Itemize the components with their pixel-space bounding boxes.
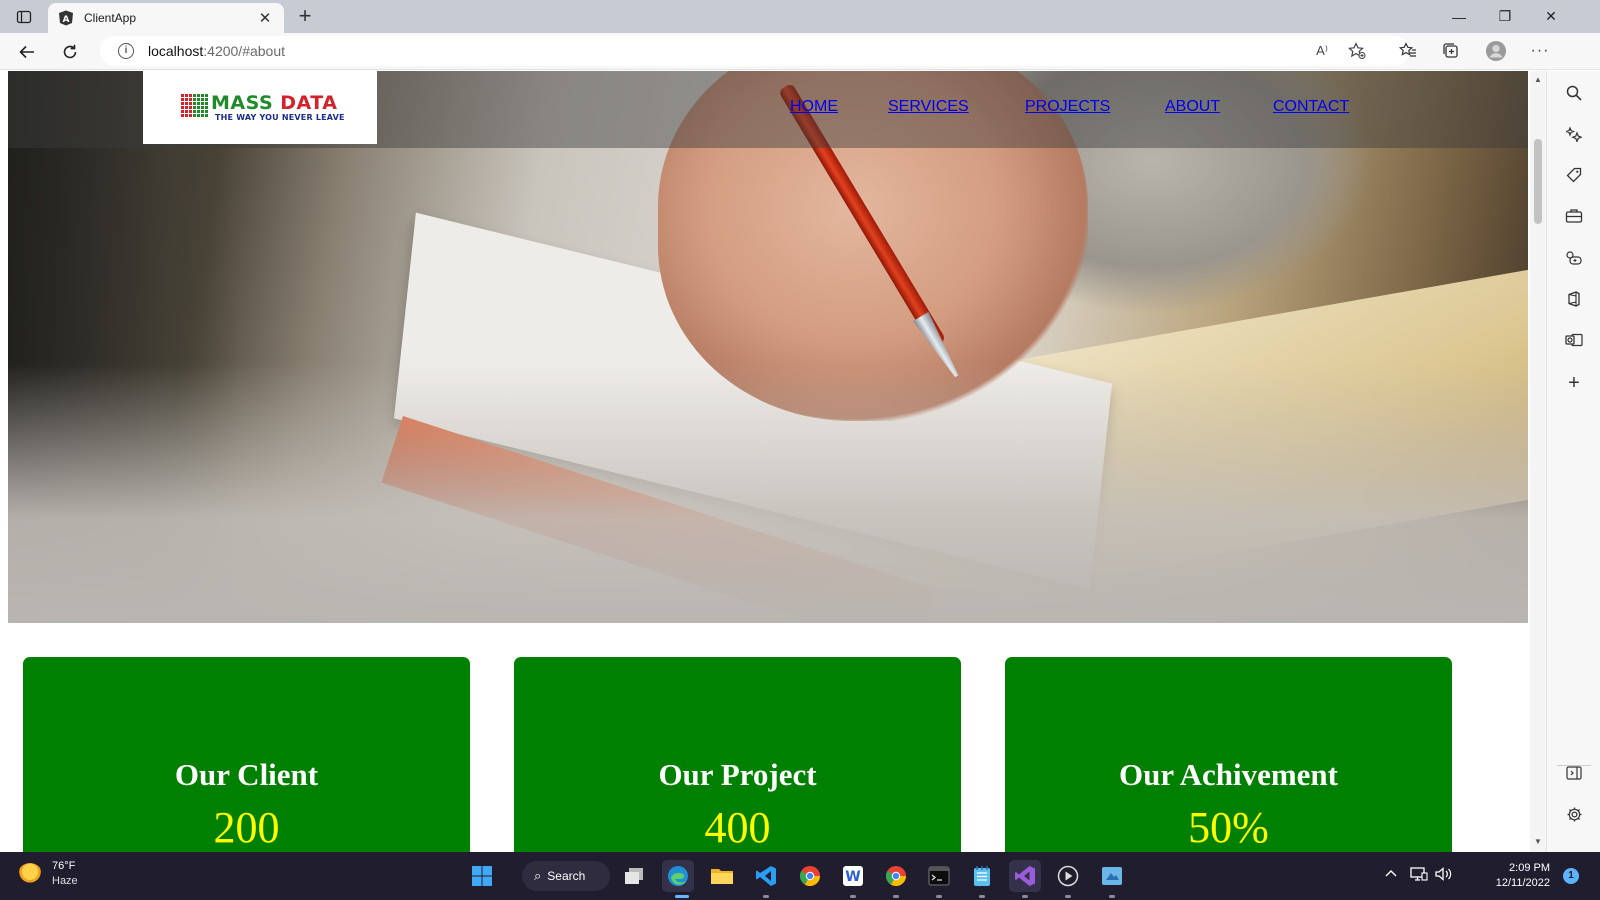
browser-tab[interactable]: A ClientApp ✕ <box>48 3 284 33</box>
windows-taskbar: 76°F Haze ⌕ Search W 2:09 PM 12/11/2022 … <box>0 852 1600 900</box>
office-icon[interactable] <box>1561 287 1587 311</box>
scroll-up-arrow-icon[interactable]: ▲ <box>1530 73 1546 87</box>
edge-active-indicator <box>675 895 689 898</box>
tab-close-icon[interactable]: ✕ <box>256 9 274 27</box>
notepad-indicator <box>979 895 985 898</box>
logo-name: MASS DATA <box>211 92 338 114</box>
chrome-icon[interactable] <box>794 860 826 892</box>
nav-home[interactable]: HOME <box>790 98 838 116</box>
chrome-icon-2[interactable] <box>880 860 912 892</box>
logo-grid-icon <box>181 93 209 117</box>
favorites-icon[interactable] <box>1396 39 1420 63</box>
nav-contact[interactable]: CONTACT <box>1273 98 1349 116</box>
close-window-button[interactable]: ✕ <box>1528 0 1574 33</box>
weather-widget[interactable]: 76°F Haze <box>18 859 78 889</box>
taskbar-search-label: Search <box>547 869 586 883</box>
url-path: :4200/#about <box>203 43 286 59</box>
nav-projects[interactable]: PROJECTS <box>1025 98 1110 116</box>
url-host: localhost <box>148 43 204 59</box>
tab-title: ClientApp <box>84 11 137 25</box>
clock-time: 2:09 PM <box>1509 862 1550 874</box>
edge-browser-icon[interactable] <box>662 860 694 892</box>
stat-value: 200 <box>213 803 280 852</box>
weather-temp: 76°F <box>52 860 76 872</box>
add-sidebar-app-icon[interactable]: + <box>1561 371 1587 395</box>
discover-icon[interactable] <box>1561 122 1587 146</box>
more-menu-icon[interactable]: ··· <box>1528 39 1552 63</box>
add-favorite-icon[interactable] <box>1345 39 1369 63</box>
word-like-app-icon[interactable]: W <box>837 860 869 892</box>
hero-image <box>8 71 1528 623</box>
shopping-tag-icon[interactable] <box>1561 163 1587 187</box>
stats-section: Our Client 200 Our Project 400 Our Achiv… <box>0 657 1530 852</box>
stat-value: 400 <box>704 803 771 852</box>
address-bar[interactable]: i localhost:4200/#about <box>100 36 1410 66</box>
clock-date: 12/11/2022 <box>1495 877 1550 889</box>
taskbar-clock[interactable]: 2:09 PM 12/11/2022 <box>1478 861 1550 891</box>
stat-value: 50% <box>1188 803 1269 852</box>
sidebar-settings-gear-icon[interactable] <box>1561 802 1587 826</box>
browser-toolbar: i localhost:4200/#about A⁾ ··· <box>0 33 1600 70</box>
stat-card-projects: Our Project 400 <box>514 657 961 852</box>
snipping-tool-icon[interactable] <box>1096 860 1128 892</box>
browser-titlebar: A ClientApp ✕ + — ❐ ✕ <box>0 0 1600 33</box>
tools-briefcase-icon[interactable] <box>1561 204 1587 228</box>
search-magnifier-icon: ⌕ <box>534 868 542 883</box>
stat-card-clients: Our Client 200 <box>23 657 470 852</box>
task-view-icon[interactable] <box>618 860 650 892</box>
chrome-indicator <box>893 895 899 898</box>
terminal-icon[interactable] <box>923 860 955 892</box>
refresh-icon[interactable] <box>55 38 85 66</box>
games-icon[interactable] <box>1561 246 1587 270</box>
stat-title: Our Client <box>174 757 319 792</box>
profile-avatar-icon[interactable] <box>1484 39 1508 63</box>
logo-tagline: THE WAY YOU NEVER LEAVE <box>215 113 345 122</box>
visual-studio-indicator <box>1022 895 1028 898</box>
new-tab-button[interactable]: + <box>292 5 318 29</box>
site-info-icon[interactable]: i <box>118 43 134 59</box>
angular-favicon-icon: A <box>58 10 74 26</box>
hide-sidebar-icon[interactable] <box>1561 761 1587 785</box>
outlook-icon[interactable] <box>1561 328 1587 352</box>
site-header: MASS DATA THE WAY YOU NEVER LEAVE HOME S… <box>8 71 1528 148</box>
visual-studio-icon[interactable] <box>1009 860 1041 892</box>
word-indicator <box>850 895 856 898</box>
media-player-icon[interactable] <box>1052 860 1084 892</box>
haze-weather-icon <box>18 863 42 885</box>
minimize-button[interactable]: — <box>1436 0 1482 33</box>
scroll-down-arrow-icon[interactable]: ▼ <box>1530 835 1546 849</box>
start-windows-icon[interactable] <box>466 860 498 892</box>
stat-title: Our Project <box>658 757 817 792</box>
page-viewport: MASS DATA THE WAY YOU NEVER LEAVE HOME S… <box>0 71 1530 852</box>
terminal-indicator <box>936 895 942 898</box>
svg-text:A: A <box>63 15 70 25</box>
file-explorer-icon[interactable] <box>706 860 738 892</box>
vscode-icon[interactable] <box>750 860 782 892</box>
collections-icon[interactable] <box>1439 39 1463 63</box>
tab-actions-icon[interactable] <box>10 6 38 28</box>
svg-text:W: W <box>845 869 860 885</box>
notification-badge[interactable]: 1 <box>1563 868 1579 884</box>
back-arrow-icon[interactable] <box>12 38 42 66</box>
site-logo[interactable]: MASS DATA THE WAY YOU NEVER LEAVE <box>143 71 377 144</box>
search-icon[interactable] <box>1561 81 1587 105</box>
volume-speaker-icon[interactable] <box>1434 866 1452 885</box>
scroll-thumb[interactable] <box>1534 139 1542 224</box>
page-scrollbar[interactable]: ▲ ▼ <box>1530 71 1546 852</box>
taskbar-search[interactable]: ⌕ Search <box>522 861 610 891</box>
edge-sidebar: + <box>1546 71 1600 852</box>
restore-button[interactable]: ❐ <box>1482 0 1528 33</box>
media-player-indicator <box>1065 895 1071 898</box>
snipping-tool-indicator <box>1109 895 1115 898</box>
notepad-icon[interactable] <box>966 860 998 892</box>
weather-condition: Haze <box>52 875 78 887</box>
stat-card-achievement: Our Achivement 50% <box>1005 657 1452 852</box>
read-aloud-icon[interactable]: A⁾ <box>1310 39 1334 63</box>
nav-about[interactable]: ABOUT <box>1165 98 1220 116</box>
vscode-indicator <box>763 895 769 898</box>
nav-services[interactable]: SERVICES <box>888 98 969 116</box>
stat-title: Our Achivement <box>1119 757 1338 792</box>
show-hidden-icons-chevron-icon[interactable] <box>1384 866 1398 883</box>
network-icon[interactable] <box>1410 866 1428 885</box>
